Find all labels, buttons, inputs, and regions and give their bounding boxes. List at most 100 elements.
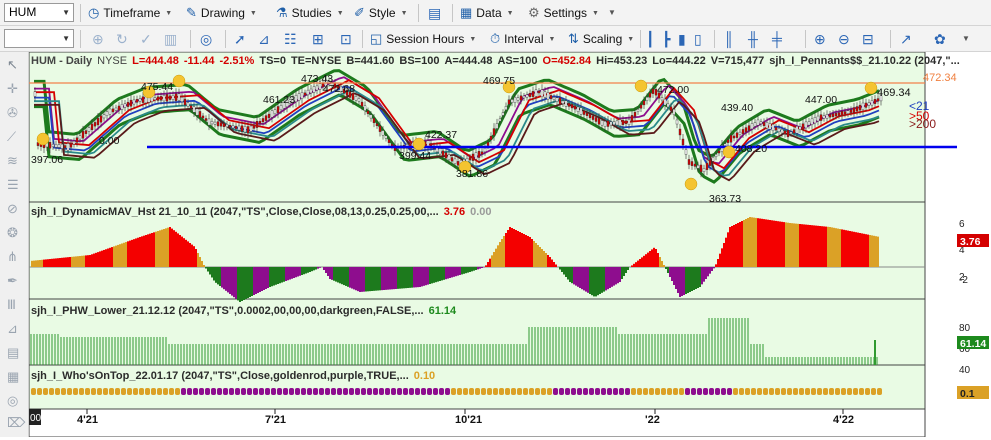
hist-tick-label: 6: [959, 219, 965, 230]
zoom-in-icon[interactable]: ⊕: [814, 30, 826, 48]
bars-expand-icon[interactable]: ╫: [748, 30, 758, 48]
channel-icon[interactable]: ≋: [7, 154, 18, 168]
style-button[interactable]: ✐Style▼: [354, 3, 408, 23]
candle-icon[interactable]: ▮: [678, 30, 686, 48]
hist-bar: [815, 226, 817, 267]
hist-bar: [777, 221, 779, 267]
candle-hollow-icon[interactable]: ▯: [694, 30, 702, 48]
hist-bar: [419, 267, 421, 287]
shapes-icon[interactable]: ⊿: [7, 322, 18, 336]
candle-body: [67, 143, 69, 150]
bars-compress-icon[interactable]: ║: [724, 30, 734, 48]
pitchfork-icon[interactable]: ⋔: [7, 250, 18, 264]
chart-area[interactable]: 475.44397.06473.43472.68461.23422.37399.…: [29, 52, 991, 437]
grid-tool-icon[interactable]: ▦: [7, 370, 19, 384]
hist-bar: [471, 267, 473, 271]
checkmark-icon[interactable]: ✓: [140, 30, 152, 48]
cycle-icon[interactable]: ❂: [7, 226, 18, 240]
candle-body: [454, 159, 456, 164]
hist-bar: [451, 267, 453, 277]
hist-bar: [259, 267, 261, 292]
overflow-chevron-icon[interactable]: ▼: [962, 30, 970, 48]
ruler-icon[interactable]: ⊿: [258, 30, 270, 48]
hist-bar: [87, 255, 89, 267]
top-price-label: 472.34: [923, 72, 957, 84]
wot-bar: [835, 388, 840, 395]
hist-bar: [691, 267, 693, 291]
refresh-icon[interactable]: ↻: [116, 30, 128, 48]
candle-body: [565, 101, 567, 107]
hist-bar: [103, 250, 105, 267]
interval-button[interactable]: ⏱Interval▼: [490, 29, 555, 49]
data-button[interactable]: ▦Data▼: [460, 3, 514, 23]
chart-icon[interactable]: ☷: [284, 30, 297, 48]
candle-body: [130, 100, 132, 106]
crosshair-icon[interactable]: ⊕: [92, 30, 104, 48]
price-annotation: 0.00: [99, 135, 120, 147]
levels-icon[interactable]: ▤: [7, 346, 19, 360]
trendline-icon[interactable]: ⟋: [7, 130, 16, 144]
layout-icon[interactable]: ▤: [428, 4, 441, 22]
price-annotation: 475.44: [141, 81, 173, 93]
pointer-icon[interactable]: ↖: [7, 58, 18, 72]
wot-bar: [721, 388, 726, 395]
candle-body: [100, 116, 102, 122]
fibonacci-icon[interactable]: ☰: [7, 178, 19, 192]
last-price: L=444.48: [132, 55, 179, 67]
hist-bar: [763, 219, 765, 267]
hist-bar: [845, 230, 847, 267]
hist-bar: [769, 220, 771, 267]
nyse-icon[interactable]: ⊞: [312, 30, 324, 48]
hist-bar: [655, 249, 657, 267]
hist-bar: [397, 267, 399, 289]
candle-body: [505, 106, 507, 110]
bars-icon[interactable]: ▥: [164, 30, 177, 48]
grid-icon[interactable]: ⊡: [340, 30, 352, 48]
candle-body: [568, 103, 570, 106]
candle-body: [784, 131, 786, 134]
hist-bar: [307, 267, 309, 273]
cursor-icon[interactable]: ➚: [234, 30, 246, 48]
candle-body: [523, 96, 525, 98]
palette-icon[interactable]: ✿: [934, 30, 946, 48]
hist-bar: [607, 267, 609, 289]
bar-chart-icon[interactable]: ┃: [646, 30, 654, 48]
overflow-chevron-icon[interactable]: ▼: [608, 4, 616, 22]
drawing-button[interactable]: ✎Drawing▼: [186, 3, 257, 23]
hist-bar: [633, 264, 635, 267]
candle-body: [97, 118, 99, 125]
candle-body: [55, 144, 57, 147]
brush-icon[interactable]: ✒: [7, 274, 18, 288]
zoom-fit-icon[interactable]: ⊟: [862, 30, 874, 48]
wot-bar: [451, 388, 456, 395]
scaling-button[interactable]: ⇅Scaling▼: [568, 29, 634, 49]
hist-bar: [81, 256, 83, 267]
settings-button[interactable]: ⚙Settings▼: [528, 3, 599, 23]
hist-bar: [837, 229, 839, 267]
compass-icon[interactable]: ◎: [200, 30, 212, 48]
wot-bar: [727, 388, 732, 395]
candle-body: [814, 117, 816, 123]
eraser-icon[interactable]: ⌦: [7, 416, 25, 430]
interval-combo[interactable]: ▼: [4, 29, 74, 48]
magnet-icon[interactable]: ◎: [7, 394, 18, 408]
add-chart-icon[interactable]: ↗: [900, 30, 912, 48]
wrench-icon[interactable]: ✇: [7, 106, 18, 120]
ohlc-icon[interactable]: ┣: [662, 30, 670, 48]
timeframe-button[interactable]: ◷Timeframe▼: [88, 3, 172, 23]
wot-bar: [559, 388, 564, 395]
bars-wide-icon[interactable]: ╪: [772, 30, 782, 48]
hist-bar: [755, 218, 757, 267]
studies-button[interactable]: ⚗Studies▼: [276, 3, 344, 23]
candle-body: [622, 120, 624, 124]
zoom-out-icon[interactable]: ⊖: [838, 30, 850, 48]
chevron-down-icon: ▼: [549, 36, 556, 43]
hist-bar: [197, 253, 199, 267]
pivot-dot: [865, 82, 877, 94]
session-hours-button[interactable]: ◱Session Hours▼: [370, 29, 476, 49]
text-icon[interactable]: Ⅲ: [7, 298, 16, 312]
symbol-input[interactable]: HUM ▼: [4, 3, 74, 22]
hist-bar: [145, 235, 147, 267]
crosshair-icon[interactable]: ✛: [7, 82, 18, 96]
gann-icon[interactable]: ⊘: [7, 202, 18, 216]
